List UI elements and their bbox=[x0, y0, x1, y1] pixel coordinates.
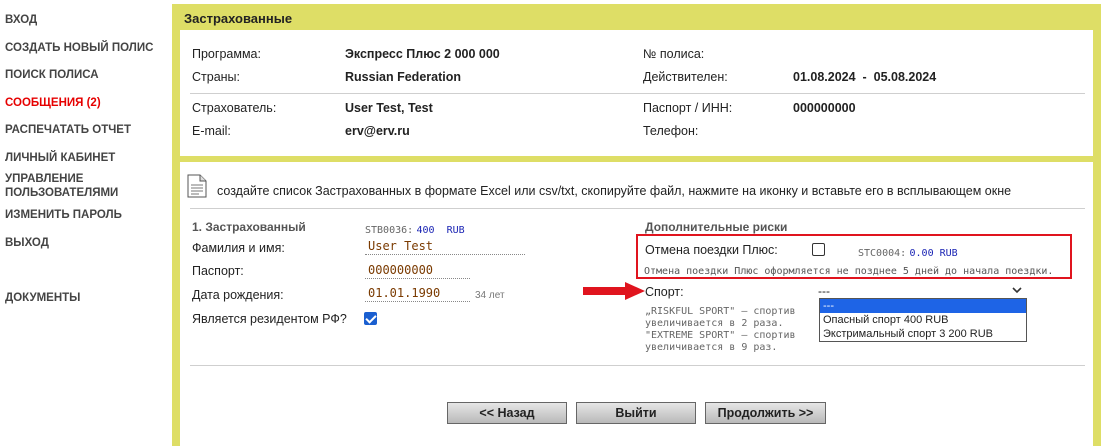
cancel-trip-label: Отмена поездки Плюс: bbox=[645, 243, 778, 257]
insurer-value: User Test, Test bbox=[345, 101, 433, 115]
continue-button[interactable]: Продолжить >> bbox=[705, 402, 826, 424]
sidebar-nav: ВХОД СОЗДАТЬ НОВЫЙ ПОЛИС ПОИСК ПОЛИСА СО… bbox=[0, 0, 170, 446]
sport-dropdown-list: --- Опасный спорт 400 RUB Экстримальный … bbox=[819, 298, 1027, 342]
email-value: erv@erv.ru bbox=[345, 124, 410, 138]
email-label: E-mail: bbox=[192, 124, 231, 138]
nav-personal-cabinet[interactable]: ЛИЧНЫЙ КАБИНЕТ bbox=[5, 152, 115, 165]
passport-input[interactable] bbox=[365, 261, 470, 279]
sport-note-line: "EXTREME SPORT" – спортив bbox=[645, 330, 796, 341]
frame-title: Застрахованные bbox=[184, 11, 293, 26]
document-import-icon[interactable] bbox=[187, 174, 207, 201]
passport-inn-label: Паспорт / ИНН: bbox=[643, 101, 733, 115]
phone-label: Телефон: bbox=[643, 124, 699, 138]
insured-edit-panel: создайте список Застрахованных в формате… bbox=[180, 162, 1093, 446]
cancel-trip-note: Отмена поездки Плюс оформляется не поздн… bbox=[644, 266, 1054, 277]
form-divider bbox=[190, 365, 1085, 366]
sport-note-line: увеличивается в 9 раз. bbox=[645, 342, 778, 353]
insured-title: 1. Застрахованный bbox=[192, 220, 306, 234]
sport-select-value: --- bbox=[818, 284, 830, 298]
insured-frame: Застрахованные Программа: Экспресс Плюс … bbox=[172, 4, 1101, 446]
sport-label: Спорт: bbox=[645, 285, 684, 299]
insurer-label: Страхователь: bbox=[192, 101, 277, 115]
name-label: Фамилия и имя: bbox=[192, 241, 285, 255]
policy-summary-panel: Программа: Экспресс Плюс 2 000 000 Стран… bbox=[180, 30, 1093, 156]
red-arrow-icon bbox=[583, 282, 645, 303]
back-button[interactable]: << Назад bbox=[447, 402, 567, 424]
cancel-trip-code: STC0004: bbox=[858, 248, 907, 259]
extra-risks-title: Дополнительные риски bbox=[645, 220, 788, 234]
nav-messages[interactable]: СООБЩЕНИЯ (2) bbox=[5, 97, 101, 110]
nav-change-password[interactable]: ИЗМЕНИТЬ ПАРОЛЬ bbox=[5, 209, 122, 222]
insured-premium: STB0036: 400 RUB bbox=[365, 222, 465, 236]
cancel-trip-amount: 0.00 RUB bbox=[909, 248, 958, 259]
countries-label: Страны: bbox=[192, 70, 241, 84]
nav-user-management-line1[interactable]: УПРАВЛЕНИЕ bbox=[5, 173, 83, 186]
sport-select[interactable]: --- bbox=[818, 284, 1026, 299]
nav-login[interactable]: ВХОД bbox=[5, 14, 37, 27]
sport-note: „RISKFUL SPORT" – спортив увеличивается … bbox=[645, 306, 796, 354]
chevron-down-icon bbox=[1012, 284, 1022, 298]
nav-logout[interactable]: ВЫХОД bbox=[5, 237, 49, 250]
nav-user-management-line2[interactable]: ПОЛЬЗОВАТЕЛЯМИ bbox=[5, 187, 118, 200]
passport-inn-value: 000000000 bbox=[793, 101, 856, 115]
valid-label: Действителен: bbox=[643, 70, 728, 84]
exit-button[interactable]: Выйти bbox=[576, 402, 696, 424]
nav-search-policy[interactable]: ПОИСК ПОЛИСА bbox=[5, 69, 99, 82]
program-label: Программа: bbox=[192, 47, 261, 61]
sport-option[interactable]: Опасный спорт 400 RUB bbox=[820, 313, 1026, 327]
sport-note-line: увеличивается в 2 раза. bbox=[645, 318, 784, 329]
nav-documents[interactable]: ДОКУМЕНТЫ bbox=[5, 292, 80, 305]
sport-note-line: „RISKFUL SPORT" – спортив bbox=[645, 306, 796, 317]
cancel-trip-premium: STC0004: 0.00 RUB bbox=[858, 245, 958, 259]
insured-premium-amount: 400 RUB bbox=[416, 225, 465, 236]
hint-divider bbox=[190, 208, 1085, 209]
nav-create-policy[interactable]: СОЗДАТЬ НОВЫЙ ПОЛИС bbox=[5, 42, 153, 55]
resident-label: Является резидентом РФ? bbox=[192, 312, 347, 326]
program-value: Экспресс Плюс 2 000 000 bbox=[345, 47, 500, 61]
resident-checkbox[interactable] bbox=[364, 312, 377, 325]
summary-divider bbox=[190, 93, 1085, 94]
countries-value: Russian Federation bbox=[345, 70, 461, 84]
passport-label: Паспорт: bbox=[192, 264, 244, 278]
name-input[interactable] bbox=[365, 237, 525, 255]
import-hint: создайте список Застрахованных в формате… bbox=[217, 184, 1012, 198]
valid-value: 01.08.2024 - 05.08.2024 bbox=[793, 70, 937, 84]
sport-option[interactable]: Экстримальный спорт 3 200 RUB bbox=[820, 327, 1026, 341]
age-text: 34 лет bbox=[475, 290, 505, 301]
nav-print-report[interactable]: РАСПЕЧАТАТЬ ОТЧЕТ bbox=[5, 124, 131, 137]
insured-premium-code: STB0036: bbox=[365, 225, 414, 236]
birth-date-input[interactable] bbox=[365, 284, 470, 302]
policy-number-label: № полиса: bbox=[643, 47, 705, 61]
birth-date-label: Дата рождения: bbox=[192, 288, 284, 302]
cancel-trip-checkbox[interactable] bbox=[812, 243, 825, 256]
sport-option[interactable]: --- bbox=[820, 299, 1026, 313]
